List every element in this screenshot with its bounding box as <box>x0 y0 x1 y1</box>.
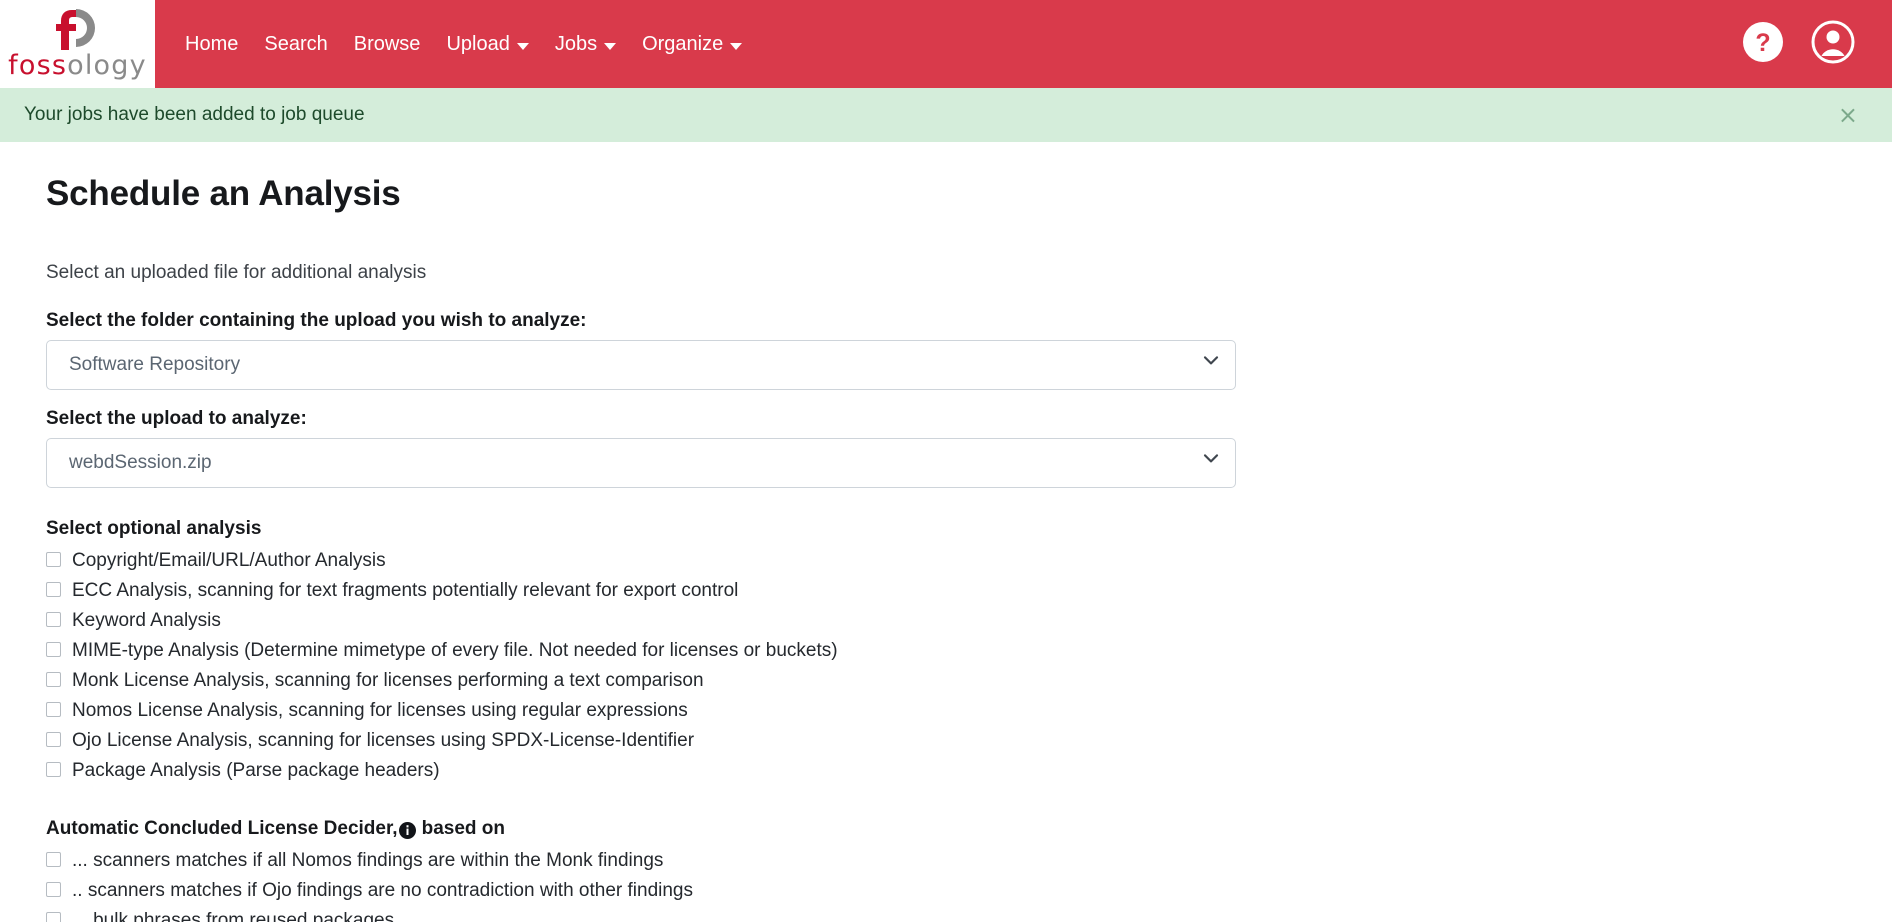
upload-select-value: webdSession.zip <box>69 452 212 473</box>
info-circle-icon[interactable] <box>398 821 416 839</box>
main-content: Schedule an Analysis Select an uploaded … <box>0 142 1892 922</box>
checkbox-label-ojo[interactable]: Ojo License Analysis, scanning for licen… <box>72 726 694 756</box>
checkbox-decider-nomos-monk[interactable] <box>46 852 61 867</box>
alert-message: Your jobs have been added to job queue <box>24 104 365 125</box>
checkbox-row-mimetype[interactable]: MIME-type Analysis (Determine mimetype o… <box>46 636 1846 666</box>
chevron-down-icon <box>730 42 743 50</box>
checkbox-label-copyright[interactable]: Copyright/Email/URL/Author Analysis <box>72 546 386 576</box>
checkbox-label-package[interactable]: Package Analysis (Parse package headers) <box>72 756 440 786</box>
upload-select-wrapper: webdSession.zip <box>46 438 1236 488</box>
checkbox-label-mimetype[interactable]: MIME-type Analysis (Determine mimetype o… <box>72 636 838 666</box>
checkbox-row-keyword[interactable]: Keyword Analysis <box>46 606 1846 636</box>
nav-links: Home Search Browse Upload Jobs Organize <box>155 0 1740 88</box>
folder-select-label: Select the folder containing the upload … <box>46 310 587 331</box>
checkbox-ecc[interactable] <box>46 582 61 597</box>
brand-logo[interactable]: fossology <box>0 0 155 88</box>
nav-item-search[interactable]: Search <box>264 34 327 54</box>
checkbox-label-monk[interactable]: Monk License Analysis, scanning for lice… <box>72 666 704 696</box>
brand-wordmark: fossology <box>8 52 147 79</box>
upload-select[interactable]: webdSession.zip <box>46 438 1236 488</box>
checkbox-row-decider-nomos-monk[interactable]: ... scanners matches if all Nomos findin… <box>46 846 1846 876</box>
checkbox-label-decider-nomos-monk[interactable]: ... scanners matches if all Nomos findin… <box>72 846 663 876</box>
folder-select-value: Software Repository <box>69 354 241 375</box>
checkbox-row-decider-bulk[interactable]: ... bulk phrases from reused packages <box>46 906 1846 922</box>
checkbox-nomos[interactable] <box>46 702 61 717</box>
nav-item-browse-label: Browse <box>353 33 421 55</box>
checkbox-copyright[interactable] <box>46 552 61 567</box>
upload-select-label: Select the upload to analyze: <box>46 408 307 429</box>
checkbox-row-ecc[interactable]: ECC Analysis, scanning for text fragment… <box>46 576 1846 606</box>
page-title: Schedule an Analysis <box>46 174 401 213</box>
nav-item-home-label: Home <box>185 33 239 55</box>
svg-text:?: ? <box>1755 29 1770 57</box>
nav-item-home[interactable]: Home <box>185 34 238 54</box>
help-circle-icon[interactable]: ? <box>1740 19 1786 70</box>
checkbox-label-decider-ojo[interactable]: .. scanners matches if Ojo findings are … <box>72 876 693 906</box>
nav-item-search-label: Search <box>264 33 328 55</box>
checkbox-row-decider-ojo[interactable]: .. scanners matches if Ojo findings are … <box>46 876 1846 906</box>
page-intro: Select an uploaded file for additional a… <box>46 262 427 283</box>
checkbox-decider-bulk[interactable] <box>46 912 61 922</box>
checkbox-row-copyright[interactable]: Copyright/Email/URL/Author Analysis <box>46 546 1846 576</box>
decider-heading: Automatic Concluded License Decider, bas… <box>46 818 1846 840</box>
close-icon[interactable]: × <box>1830 99 1866 131</box>
checkbox-decider-ojo[interactable] <box>46 882 61 897</box>
nav-item-organize-label: Organize <box>642 33 724 55</box>
decider-list: ... scanners matches if all Nomos findin… <box>46 846 1846 922</box>
decider-heading-before: Automatic Concluded License Decider, <box>46 818 398 839</box>
chevron-down-icon <box>604 42 617 50</box>
checkbox-ojo[interactable] <box>46 732 61 747</box>
checkbox-label-keyword[interactable]: Keyword Analysis <box>72 606 221 636</box>
top-navbar: fossology Home Search Browse Upload Jobs… <box>0 0 1892 88</box>
decider-heading-after: based on <box>421 818 505 839</box>
checkbox-row-ojo[interactable]: Ojo License Analysis, scanning for licen… <box>46 726 1846 756</box>
nav-item-upload[interactable]: Upload <box>446 33 529 55</box>
optional-analysis-list: Copyright/Email/URL/Author Analysis ECC … <box>46 546 1846 786</box>
success-alert: Your jobs have been added to job queue × <box>0 88 1892 142</box>
checkbox-package[interactable] <box>46 762 61 777</box>
folder-select[interactable]: Software Repository <box>46 340 1236 390</box>
checkbox-row-nomos[interactable]: Nomos License Analysis, scanning for lic… <box>46 696 1846 726</box>
brand-wordmark-gray: ology <box>67 50 147 81</box>
navbar-actions: ? <box>1740 0 1892 88</box>
checkbox-label-ecc[interactable]: ECC Analysis, scanning for text fragment… <box>72 576 738 606</box>
brand-wordmark-red: foss <box>8 50 68 81</box>
checkbox-label-nomos[interactable]: Nomos License Analysis, scanning for lic… <box>72 696 688 726</box>
nav-item-upload-label: Upload <box>446 33 510 55</box>
user-account-icon[interactable] <box>1810 19 1856 70</box>
nav-item-jobs-label: Jobs <box>554 33 598 55</box>
fossology-logo-icon <box>46 5 110 51</box>
checkbox-keyword[interactable] <box>46 612 61 627</box>
chevron-down-icon <box>516 42 529 50</box>
checkbox-monk[interactable] <box>46 672 61 687</box>
checkbox-row-monk[interactable]: Monk License Analysis, scanning for lice… <box>46 666 1846 696</box>
checkbox-mimetype[interactable] <box>46 642 61 657</box>
nav-item-jobs[interactable]: Jobs <box>554 33 617 55</box>
checkbox-label-decider-bulk[interactable]: ... bulk phrases from reused packages <box>72 906 394 922</box>
nav-item-organize[interactable]: Organize <box>642 33 743 55</box>
folder-select-wrapper: Software Repository <box>46 340 1236 390</box>
nav-item-browse[interactable]: Browse <box>354 34 421 54</box>
optional-analysis-heading: Select optional analysis <box>46 518 262 539</box>
checkbox-row-package[interactable]: Package Analysis (Parse package headers) <box>46 756 1846 786</box>
